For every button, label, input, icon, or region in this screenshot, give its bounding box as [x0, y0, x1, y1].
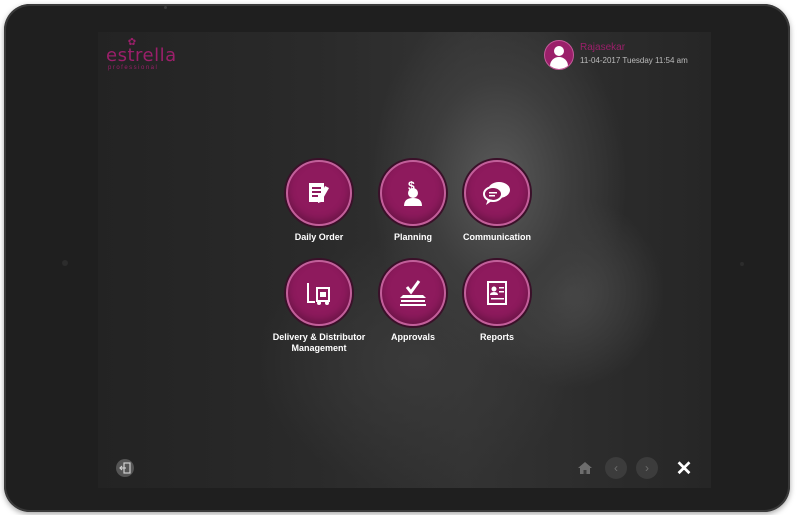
menu-label: Communication: [462, 232, 531, 242]
menu-daily-order[interactable]: Daily Order: [269, 160, 369, 243]
chevron-right-icon[interactable]: ›: [636, 457, 658, 479]
order-form-icon: [286, 160, 352, 226]
side-sensor-left: [62, 260, 68, 266]
brand-name: estrella: [106, 45, 177, 66]
chevron-left-icon[interactable]: ‹: [605, 457, 627, 479]
camera: [164, 6, 167, 9]
money-user-icon: $: [380, 160, 446, 226]
menu-communication[interactable]: Communication: [447, 160, 547, 243]
brand-logo: ✿ estrella professional: [106, 38, 177, 72]
report-document-icon: [464, 260, 530, 326]
close-button[interactable]: ✕: [672, 457, 696, 481]
checkmark-stack-icon: [380, 260, 446, 326]
menu-delivery-distributor[interactable]: Delivery & Distributor Management: [269, 260, 369, 354]
current-datetime: 11-04-2017 Tuesday 11:54 am: [580, 56, 688, 65]
menu-label: Delivery & Distributor Management: [272, 332, 366, 353]
user-name: Rajasekar: [580, 42, 626, 53]
user-icon[interactable]: [544, 40, 574, 70]
logout-icon[interactable]: [116, 459, 134, 477]
home-icon[interactable]: [574, 457, 596, 479]
forklift-icon: [286, 260, 352, 326]
menu-label: Daily Order: [294, 232, 344, 242]
side-sensor-right: [740, 262, 744, 266]
menu-reports[interactable]: Reports: [447, 260, 547, 343]
menu-label: Reports: [479, 332, 514, 342]
chat-bubbles-icon: [464, 160, 530, 226]
app-screen: ✿ estrella professional Rajasekar 11-04-…: [98, 32, 711, 488]
